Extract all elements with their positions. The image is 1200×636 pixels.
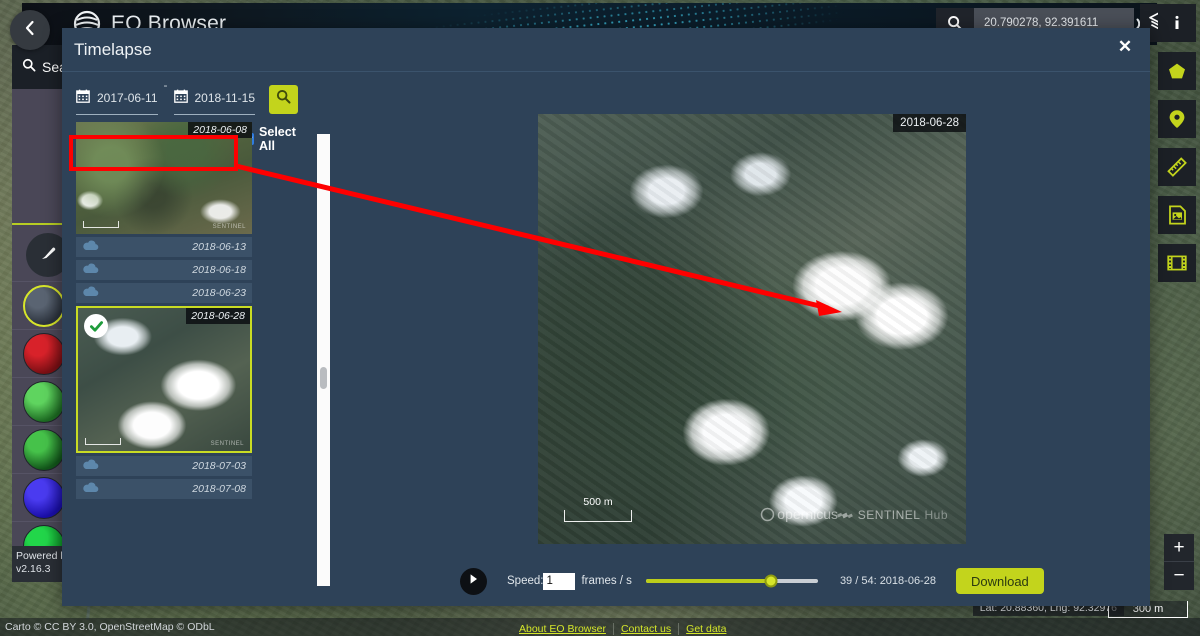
frame-status-label: 39 / 54: 2018-06-28 — [839, 575, 936, 587]
frames-per-second-label: frames / s — [581, 575, 632, 587]
search-icon — [276, 89, 291, 109]
date-to-value: 2018-11-15 — [194, 91, 256, 105]
timelapse-dialog: Timelapse ✕ 2017-06-11 - 2018-11-15 Sele… — [62, 28, 1150, 606]
visualization-thumb-ndvi[interactable] — [23, 381, 65, 423]
visualization-thumb-moisture-index[interactable] — [23, 429, 65, 471]
cloud-icon — [82, 480, 99, 498]
footer-link-about[interactable]: About EO Browser — [512, 623, 614, 635]
zoom-in-button[interactable]: + — [1164, 534, 1194, 562]
frame-date-label: 2018-06-23 — [192, 287, 246, 299]
frame-cloudy-row[interactable]: 2018-06-23 — [76, 283, 252, 303]
copernicus-watermark-text: opernicus — [777, 506, 838, 522]
timelapse-preview-column: 2018-06-28 500 m opernicus SENTINEL Hub — [338, 72, 1150, 606]
footer-link-contact[interactable]: Contact us — [614, 623, 680, 635]
footer-links: About EO Browser Contact us Get data — [512, 623, 733, 635]
speed-slider-fill — [645, 579, 772, 583]
footer-link-getdata[interactable]: Get data — [679, 623, 733, 635]
speed-control: Speed: frames / s — [507, 572, 632, 590]
zoom-out-button[interactable]: − — [1164, 562, 1194, 590]
sentinel-hub-watermark-text: Hub — [924, 508, 948, 522]
frame-thumbnail[interactable]: 2018-06-08 SENTINEL — [76, 122, 252, 234]
brush-icon — [39, 244, 57, 267]
thumbnail-watermark: SENTINEL — [210, 441, 244, 447]
ruler-icon[interactable] — [1158, 148, 1196, 186]
visualization-thumb-false-color[interactable] — [23, 333, 65, 375]
frame-thumbnail-list[interactable]: 2018-06-08 SENTINEL 2018-06-13 2018-06-18 20… — [62, 122, 310, 606]
thumbnail-watermark: SENTINEL — [212, 224, 246, 230]
calendar-icon — [173, 89, 188, 108]
frame-date-label: 2018-06-28 — [186, 308, 250, 324]
frame-date-label: 2018-06-08 — [188, 122, 252, 138]
preview-scale-label: 500 m — [583, 496, 613, 508]
play-icon — [468, 572, 479, 590]
speed-slider-knob[interactable] — [764, 574, 778, 588]
cloud-icon — [82, 238, 99, 256]
info-icon[interactable] — [1158, 4, 1196, 42]
speed-input[interactable] — [543, 572, 576, 590]
calendar-icon — [76, 89, 90, 108]
timelapse-left-column: 2017-06-11 - 2018-11-15 Select All 2018-… — [62, 72, 310, 606]
date-from-underline — [76, 114, 158, 115]
date-to-field[interactable]: 2018-11-15 — [173, 87, 256, 115]
frame-thumbnail[interactable]: 2018-06-28 SENTINEL — [76, 306, 252, 453]
frame-preview-image: 2018-06-28 500 m opernicus SENTINEL Hub — [538, 114, 966, 544]
scrollbar-thumb[interactable] — [320, 367, 327, 389]
frame-list-scrollbar[interactable] — [310, 72, 338, 606]
thumbnail-scale-bar — [85, 438, 121, 445]
frame-date-label: 2018-07-08 — [192, 483, 246, 495]
close-icon[interactable]: ✕ — [1114, 36, 1136, 58]
preview-date-label: 2018-06-28 — [893, 114, 966, 132]
frame-cloudy-row[interactable]: 2018-07-08 — [76, 479, 252, 499]
date-from-value: 2017-06-11 — [97, 91, 158, 105]
date-range-separator: - — [163, 78, 168, 92]
right-toolbar — [1158, 4, 1196, 292]
download-button[interactable]: Download — [955, 568, 1044, 594]
chevron-left-icon — [23, 20, 37, 41]
visualization-thumb-true-color[interactable] — [23, 285, 65, 327]
play-button[interactable] — [460, 567, 487, 595]
back-button[interactable] — [10, 10, 50, 50]
date-range-row: 2017-06-11 - 2018-11-15 — [62, 72, 310, 120]
thumbnail-scale-bar — [83, 221, 119, 228]
sentinel-watermark-text: SENTINEL — [857, 508, 921, 522]
speed-label: Speed: — [507, 575, 544, 587]
cloud-icon — [82, 457, 99, 475]
speed-slider-track[interactable] — [645, 574, 818, 588]
visualization-thumb-swir[interactable] — [23, 477, 65, 519]
cloud-icon — [82, 261, 99, 279]
copernicus-watermark: opernicus — [760, 506, 838, 522]
playback-bar: Speed: frames / s 39 / 54: 2018-06-28 Do… — [338, 556, 1150, 606]
timelapse-icon[interactable] — [1158, 244, 1196, 282]
frame-date-label: 2018-06-18 — [192, 264, 246, 276]
satellite-imagery — [538, 114, 966, 544]
polygon-icon[interactable] — [1158, 52, 1196, 90]
frame-cloudy-row[interactable]: 2018-07-03 — [76, 456, 252, 476]
marker-icon[interactable] — [1158, 100, 1196, 138]
frame-cloudy-row[interactable]: 2018-06-13 — [76, 237, 252, 257]
image-export-icon[interactable] — [1158, 196, 1196, 234]
frame-cloudy-row[interactable]: 2018-06-18 — [76, 260, 252, 280]
timelapse-title: Timelapse — [74, 40, 152, 59]
frame-date-label: 2018-06-13 — [192, 241, 246, 253]
scrollbar-track[interactable] — [317, 134, 330, 586]
date-to-underline — [173, 114, 255, 115]
search-dates-button[interactable] — [269, 84, 298, 114]
timelapse-header: Timelapse ✕ — [62, 28, 1150, 72]
frame-date-label: 2018-07-03 — [192, 460, 246, 472]
cloud-icon — [82, 284, 99, 302]
search-icon — [22, 58, 36, 77]
sentinel-hub-watermark: SENTINEL Hub — [836, 508, 948, 522]
date-from-field[interactable]: 2017-06-11 — [76, 87, 158, 115]
preview-scale-bar: 500 m — [564, 496, 632, 522]
frame-selected-check-icon[interactable] — [84, 314, 108, 338]
zoom-controls: + − — [1164, 534, 1194, 590]
